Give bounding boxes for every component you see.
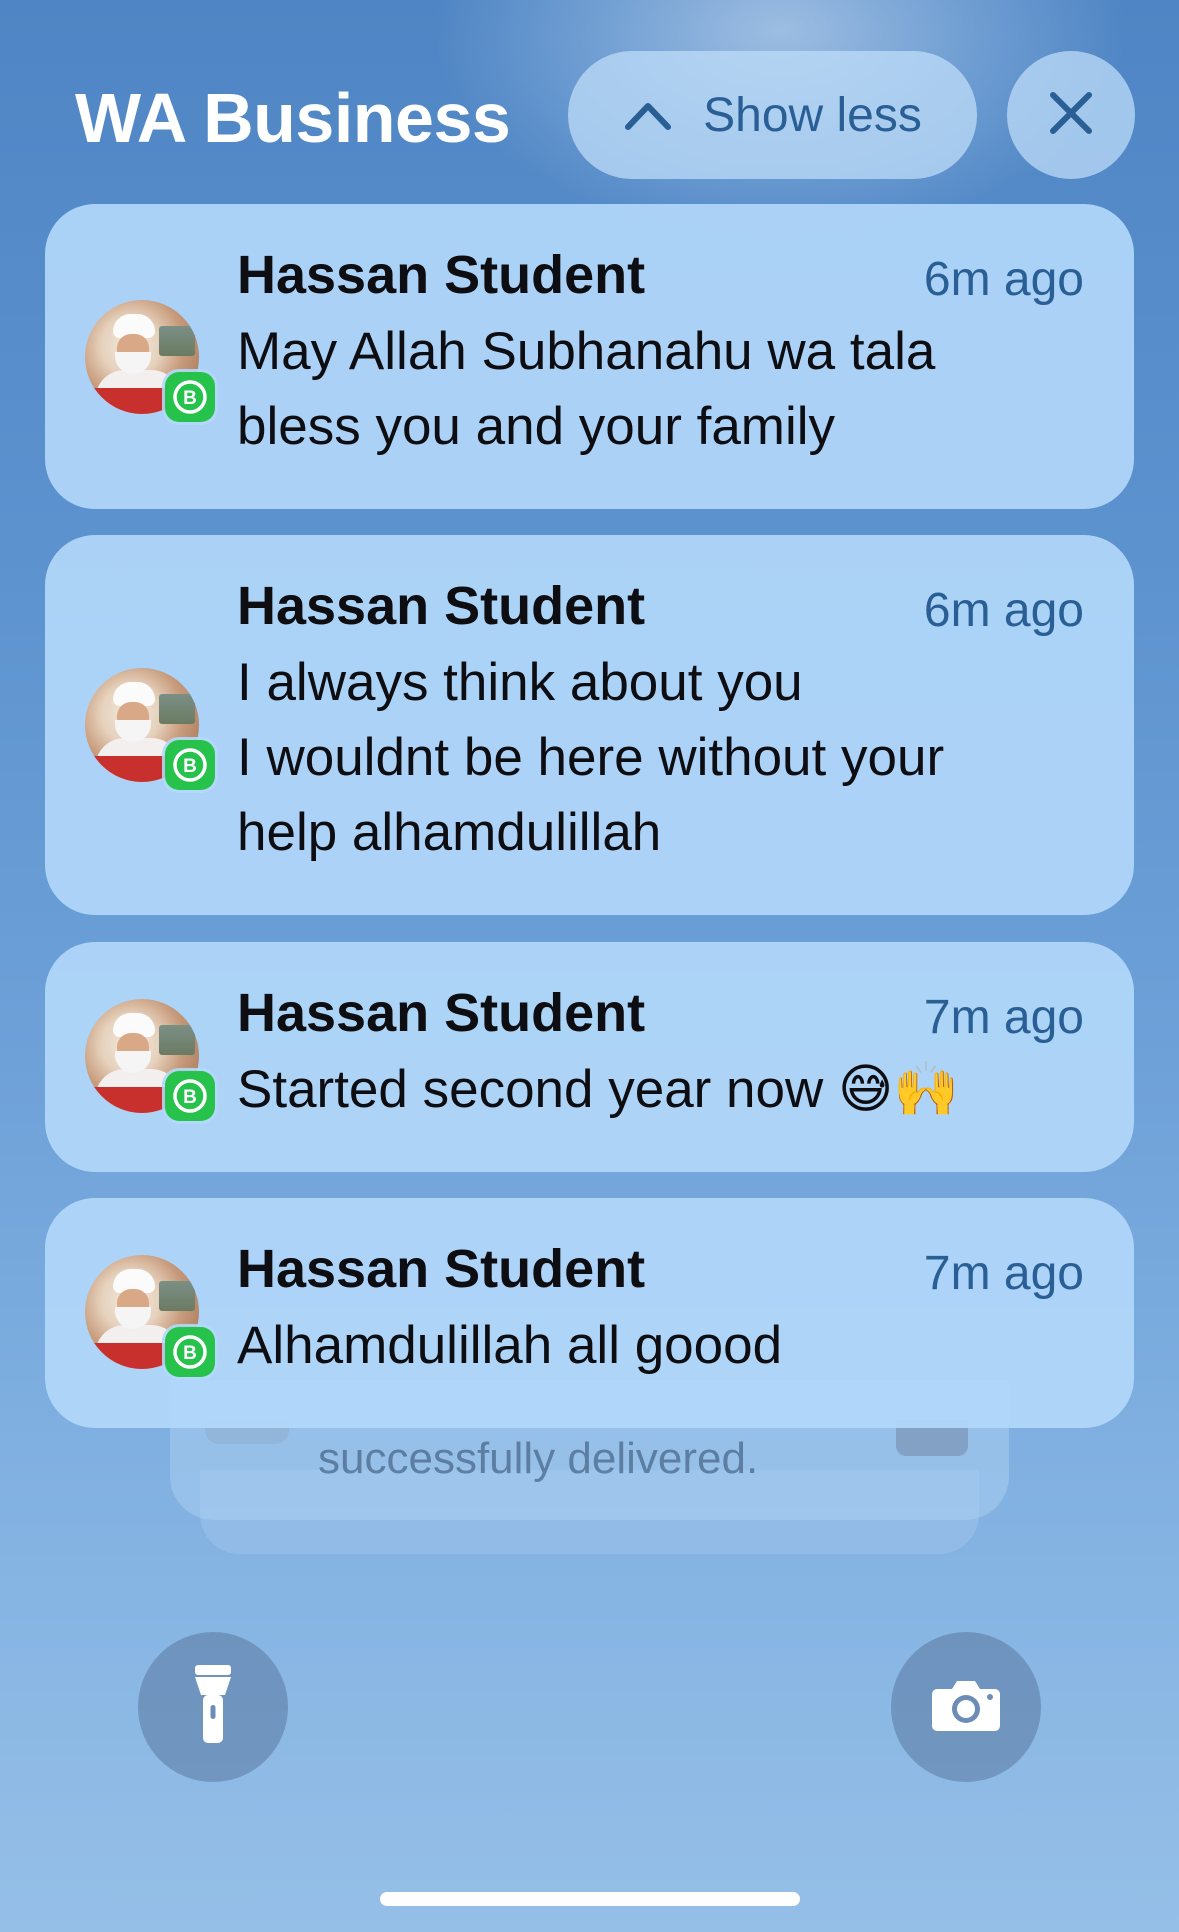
flashlight-button[interactable]	[138, 1632, 288, 1782]
svg-text:B: B	[183, 388, 197, 409]
sender-name: Hassan Student	[237, 1239, 646, 1299]
svg-text:B: B	[183, 1343, 197, 1364]
app-title: WA Business	[75, 79, 511, 157]
camera-icon	[930, 1677, 1002, 1738]
camera-button[interactable]	[891, 1632, 1041, 1782]
timestamp: 6m ago	[923, 253, 1084, 306]
message-text: May Allah Subhanahu wa tala bless you an…	[237, 322, 936, 456]
whatsapp-business-icon: B	[165, 372, 215, 422]
timestamp: 6m ago	[923, 584, 1084, 637]
whatsapp-business-icon: B	[165, 1327, 215, 1377]
show-less-label: Show less	[703, 88, 922, 142]
avatar: B	[85, 999, 217, 1131]
sender-name: Hassan Student	[237, 576, 646, 636]
avatar: B	[85, 300, 217, 432]
stacked-notification-text: successfully delivered.	[318, 1434, 759, 1483]
show-less-button[interactable]: Show less	[568, 51, 977, 179]
notification-card[interactable]: B Hassan Student 7m ago Alhamdulillah al…	[45, 1198, 1134, 1428]
close-icon	[1048, 90, 1094, 141]
notification-group-header: WA Business Show less	[0, 0, 1179, 200]
notification-card[interactable]: B Hassan Student 6m ago I always think a…	[45, 535, 1134, 915]
timestamp: 7m ago	[923, 1247, 1084, 1300]
notification-card[interactable]: B Hassan Student 7m ago Started second y…	[45, 942, 1134, 1172]
chevron-up-icon	[623, 99, 673, 131]
sender-name: Hassan Student	[237, 245, 646, 305]
home-indicator[interactable]	[380, 1892, 800, 1906]
timestamp: 7m ago	[923, 991, 1084, 1044]
whatsapp-business-icon: B	[165, 740, 215, 790]
message-text: Started second year now 😅🙌	[237, 1060, 960, 1119]
close-button[interactable]	[1007, 51, 1135, 179]
sender-name: Hassan Student	[237, 983, 646, 1043]
avatar: B	[85, 668, 217, 800]
avatar: B	[85, 1255, 217, 1387]
notification-card[interactable]: B Hassan Student 6m ago May Allah Subhan…	[45, 204, 1134, 509]
whatsapp-business-icon: B	[165, 1071, 215, 1121]
message-text: Alhamdulillah all goood	[237, 1316, 783, 1375]
svg-text:B: B	[183, 1087, 197, 1108]
svg-text:B: B	[183, 756, 197, 777]
message-text: I always think about you I wouldnt be he…	[237, 653, 945, 862]
flashlight-icon	[191, 1663, 235, 1752]
